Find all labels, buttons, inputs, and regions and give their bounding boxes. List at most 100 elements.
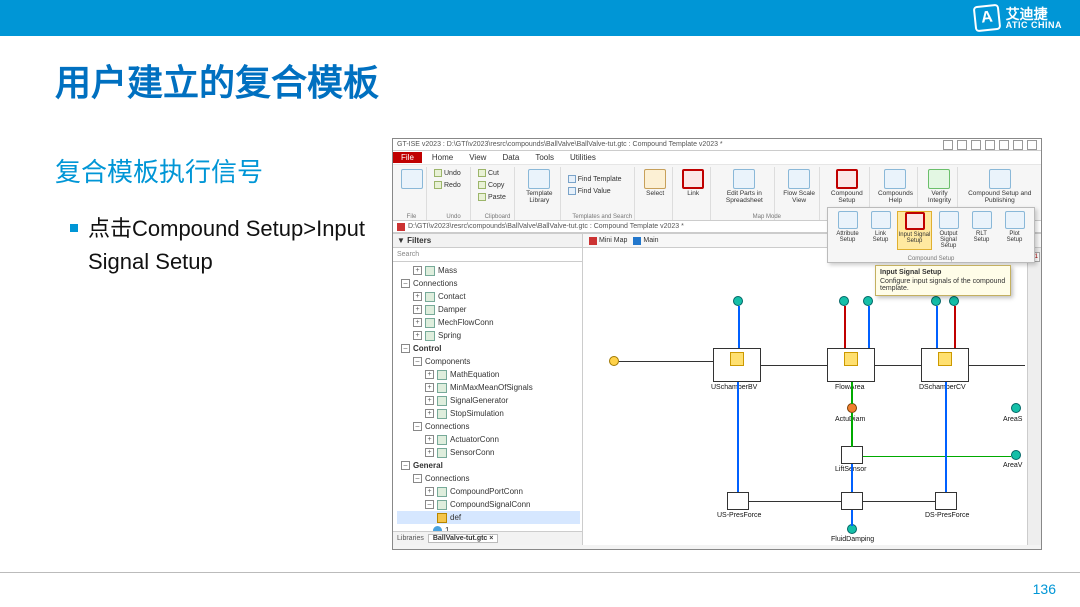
canvas-port[interactable] bbox=[733, 296, 743, 306]
template-icon bbox=[437, 487, 447, 497]
popup-plot-setup[interactable]: PlotSetup bbox=[998, 211, 1031, 250]
popup-input-signal-setup[interactable]: Input SignalSetup bbox=[897, 211, 932, 250]
canvas-port[interactable] bbox=[839, 296, 849, 306]
footer-divider bbox=[0, 572, 1080, 573]
main-icon bbox=[633, 237, 641, 245]
canvas-block[interactable] bbox=[921, 348, 969, 382]
canvas-block[interactable] bbox=[713, 348, 761, 382]
undo-icon bbox=[434, 169, 442, 177]
tree-node[interactable]: –Connections bbox=[397, 277, 580, 290]
menu-file[interactable]: File bbox=[393, 152, 422, 163]
qat-icon[interactable] bbox=[957, 140, 967, 150]
qat-icon[interactable] bbox=[943, 140, 953, 150]
quick-access-toolbar bbox=[943, 139, 1037, 151]
menu-home[interactable]: Home bbox=[426, 152, 459, 163]
tree-node[interactable]: +Mass bbox=[397, 264, 580, 277]
filters-header[interactable]: ▼ Filters bbox=[393, 234, 582, 248]
canvas-port[interactable] bbox=[847, 403, 857, 413]
tab-current-file[interactable]: BallValve-tut.gtc × bbox=[428, 534, 499, 543]
tree-node[interactable]: +SensorConn bbox=[397, 446, 580, 459]
tree-node[interactable]: +SignalGenerator bbox=[397, 394, 580, 407]
tree-node[interactable]: –General bbox=[397, 459, 580, 472]
ribbon-flowscale[interactable]: Flow Scale View Map Mode bbox=[779, 167, 820, 220]
canvas-block[interactable] bbox=[935, 492, 957, 510]
folder-icon[interactable] bbox=[401, 169, 423, 189]
tooltip: Input Signal Setup Configure input signa… bbox=[875, 265, 1011, 296]
menu-tools[interactable]: Tools bbox=[529, 152, 560, 163]
redo-button[interactable]: Redo bbox=[434, 179, 461, 191]
qat-icon[interactable] bbox=[1027, 140, 1037, 150]
search-input[interactable]: Search bbox=[393, 248, 582, 262]
tree-node[interactable]: +MechFlowConn bbox=[397, 316, 580, 329]
canvas-port[interactable] bbox=[1011, 450, 1021, 460]
tree-node[interactable]: +Damper bbox=[397, 303, 580, 316]
paste-icon bbox=[478, 193, 486, 201]
tree-node[interactable]: +CompoundPortConn bbox=[397, 485, 580, 498]
tree-node[interactable]: +MathEquation bbox=[397, 368, 580, 381]
canvas-block[interactable] bbox=[841, 446, 863, 464]
brand-en: ATIC CHINA bbox=[1006, 21, 1062, 30]
tree-node[interactable]: –Control bbox=[397, 342, 580, 355]
bullet-marker-icon bbox=[70, 224, 78, 232]
tree-node[interactable]: +MinMaxMeanOfSignals bbox=[397, 381, 580, 394]
qat-icon[interactable] bbox=[1013, 140, 1023, 150]
tree-io-item[interactable]: 1 bbox=[433, 524, 580, 531]
canvas-port[interactable] bbox=[931, 296, 941, 306]
tree-node[interactable]: –Connections bbox=[397, 472, 580, 485]
tooltip-body: Configure input signals of the compound … bbox=[880, 278, 1006, 292]
menu-utilities[interactable]: Utilities bbox=[564, 152, 602, 163]
template-icon bbox=[437, 500, 447, 510]
canvas-port[interactable] bbox=[609, 356, 619, 366]
popup-attribute-setup[interactable]: AttributeSetup bbox=[831, 211, 864, 250]
popup-link-setup[interactable]: LinkSetup bbox=[864, 211, 897, 250]
popup-output-signal-setup[interactable]: Output SignalSetup bbox=[932, 211, 965, 250]
canvas-block[interactable] bbox=[827, 348, 875, 382]
tab-minimap[interactable]: Mini Map bbox=[589, 237, 627, 245]
select-icon bbox=[644, 169, 666, 189]
find-value-button[interactable]: Find Value bbox=[568, 185, 611, 197]
canvas-port[interactable] bbox=[863, 296, 873, 306]
tooltip-title: Input Signal Setup bbox=[880, 269, 1006, 276]
tree-node[interactable]: –Components bbox=[397, 355, 580, 368]
qat-icon[interactable] bbox=[985, 140, 995, 150]
template-icon bbox=[437, 448, 447, 458]
slide-subtitle: 复合模板执行信号 bbox=[55, 152, 263, 189]
tree-node[interactable]: +Spring bbox=[397, 329, 580, 342]
qat-icon[interactable] bbox=[971, 140, 981, 150]
doc-dirty-icon bbox=[397, 223, 405, 231]
flowscale-icon bbox=[788, 169, 810, 189]
popup-rlt-setup[interactable]: RLTSetup bbox=[965, 211, 998, 250]
canvas-block[interactable] bbox=[841, 492, 863, 510]
tab-main[interactable]: Main bbox=[633, 237, 658, 245]
tab-libraries[interactable]: Libraries bbox=[397, 535, 424, 542]
template-library-icon[interactable] bbox=[528, 169, 550, 189]
undo-button[interactable]: Undo bbox=[434, 167, 461, 179]
qat-icon[interactable] bbox=[999, 140, 1009, 150]
page-number: 136 bbox=[1033, 581, 1056, 597]
ribbon-link[interactable]: Link bbox=[677, 167, 711, 220]
tree-node[interactable]: +ActuatorConn bbox=[397, 433, 580, 446]
brand-bar: A 艾迪捷 ATIC CHINA bbox=[0, 0, 1080, 36]
search-icon bbox=[568, 175, 576, 183]
find-template-button[interactable]: Find Template bbox=[568, 173, 622, 185]
canvas-port[interactable] bbox=[1011, 403, 1021, 413]
menu-data[interactable]: Data bbox=[496, 152, 525, 163]
copy-icon bbox=[478, 181, 486, 189]
template-icon bbox=[437, 409, 447, 419]
tree-node[interactable]: +StopSimulation bbox=[397, 407, 580, 420]
copy-button[interactable]: Copy bbox=[478, 179, 504, 191]
tree-node[interactable]: –CompoundSignalConn bbox=[397, 498, 580, 511]
popup-group-label: Compound Setup bbox=[828, 256, 1034, 262]
canvas-block[interactable] bbox=[727, 492, 749, 510]
tree-node[interactable]: –Connections bbox=[397, 420, 580, 433]
ribbon-label: Clipboard bbox=[478, 214, 517, 220]
menu-view[interactable]: View bbox=[463, 152, 492, 163]
tree-node-selected[interactable]: def bbox=[397, 511, 580, 524]
block-icon bbox=[730, 352, 744, 366]
tree-node[interactable]: +Contact bbox=[397, 290, 580, 303]
paste-button[interactable]: Paste bbox=[478, 191, 506, 203]
canvas-port[interactable] bbox=[949, 296, 959, 306]
cut-button[interactable]: Cut bbox=[478, 167, 499, 179]
ribbon-edit-spreadsheet[interactable]: Edit Parts in Spreadsheet bbox=[715, 167, 775, 220]
ribbon-select[interactable]: Select bbox=[639, 167, 673, 220]
